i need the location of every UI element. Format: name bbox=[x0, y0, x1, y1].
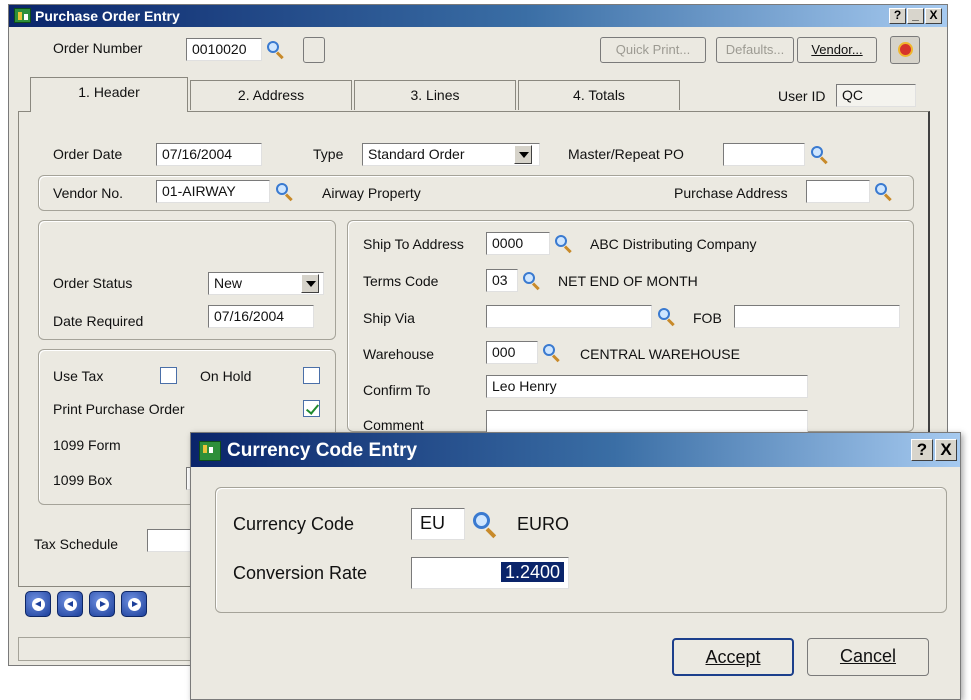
form-1099-label: 1099 Form bbox=[53, 437, 121, 453]
ship-to-name: ABC Distributing Company bbox=[590, 236, 757, 252]
flag-icon bbox=[898, 42, 913, 57]
order-status-label: Order Status bbox=[53, 275, 133, 291]
currency-group bbox=[215, 487, 947, 613]
currency-lookup-icon[interactable] bbox=[471, 511, 499, 539]
quick-print-button[interactable]: Quick Print... bbox=[600, 37, 706, 63]
tab-header[interactable]: 1. Header bbox=[30, 77, 188, 112]
box-1099-label: 1099 Box bbox=[53, 472, 113, 488]
comment-field[interactable] bbox=[486, 410, 808, 433]
purchase-address-label: Purchase Address bbox=[674, 185, 788, 201]
terms-description: NET END OF MONTH bbox=[558, 273, 698, 289]
type-label: Type bbox=[313, 146, 344, 162]
previous-record-icon bbox=[64, 598, 77, 611]
tax-schedule-label: Tax Schedule bbox=[34, 536, 119, 552]
first-record-icon bbox=[32, 598, 45, 611]
use-tax-checkbox[interactable] bbox=[160, 367, 177, 384]
dialog-title-bar[interactable]: Currency Code Entry ? X bbox=[191, 433, 960, 467]
app-icon bbox=[14, 8, 31, 23]
ship-to-address-label: Ship To Address bbox=[363, 236, 464, 252]
purchase-address-field[interactable] bbox=[806, 180, 870, 203]
tab-address[interactable]: 2. Address bbox=[190, 80, 352, 110]
confirm-to-label: Confirm To bbox=[363, 382, 431, 398]
accept-button[interactable]: Accept bbox=[672, 638, 794, 676]
cancel-button[interactable]: Cancel bbox=[807, 638, 929, 676]
order-number-label: Order Number bbox=[53, 40, 143, 56]
master-repeat-po-field[interactable] bbox=[723, 143, 805, 166]
conversion-rate-label: Conversion Rate bbox=[233, 563, 368, 583]
dialog-app-icon bbox=[199, 441, 221, 461]
dialog-help-button[interactable]: ? bbox=[911, 439, 933, 461]
master-repeat-po-label: Master/Repeat PO bbox=[568, 146, 684, 162]
vendor-name: Airway Property bbox=[322, 185, 421, 201]
flag-button[interactable] bbox=[890, 36, 920, 64]
next-record-button[interactable] bbox=[89, 591, 115, 617]
next-record-icon bbox=[96, 598, 109, 611]
use-tax-label: Use Tax bbox=[53, 368, 104, 384]
vendor-button-label: Vendor... bbox=[811, 42, 863, 57]
help-button[interactable]: ? bbox=[889, 8, 906, 24]
type-dropdown-arrow-icon[interactable] bbox=[514, 145, 532, 164]
ship-via-label: Ship Via bbox=[363, 310, 415, 326]
order-date-field[interactable]: 07/16/2004 bbox=[156, 143, 262, 166]
vendor-button[interactable]: Vendor... bbox=[797, 37, 877, 63]
ship-via-lookup-icon[interactable] bbox=[656, 307, 676, 327]
fob-field[interactable] bbox=[734, 305, 900, 328]
currency-code-field[interactable]: EU bbox=[411, 508, 465, 540]
po-title-bar[interactable]: Purchase Order Entry ? _ X bbox=[9, 5, 947, 27]
fob-label: FOB bbox=[693, 310, 722, 326]
on-hold-checkbox[interactable] bbox=[303, 367, 320, 384]
master-repeat-lookup-icon[interactable] bbox=[809, 145, 829, 165]
order-status-dropdown-arrow-icon[interactable] bbox=[301, 274, 319, 293]
po-window-title: Purchase Order Entry bbox=[35, 8, 180, 24]
order-memo-button[interactable] bbox=[303, 37, 325, 63]
currency-code-label: Currency Code bbox=[233, 514, 355, 534]
vendor-lookup-icon[interactable] bbox=[274, 182, 294, 202]
date-required-field[interactable]: 07/16/2004 bbox=[208, 305, 314, 328]
minimize-button[interactable]: _ bbox=[907, 8, 924, 24]
comment-label: Comment bbox=[363, 417, 424, 433]
dialog-close-button[interactable]: X bbox=[935, 439, 957, 461]
on-hold-label: On Hold bbox=[200, 368, 252, 384]
terms-code-lookup-icon[interactable] bbox=[521, 271, 541, 291]
order-number-field[interactable]: 0010020 bbox=[186, 38, 262, 61]
dialog-title: Currency Code Entry bbox=[227, 440, 418, 461]
print-po-label: Print Purchase Order bbox=[53, 401, 185, 417]
first-record-button[interactable] bbox=[25, 591, 51, 617]
order-date-label: Order Date bbox=[53, 146, 123, 162]
terms-code-label: Terms Code bbox=[363, 273, 439, 289]
ship-via-field[interactable] bbox=[486, 305, 652, 328]
cancel-button-label: Cancel bbox=[839, 646, 897, 666]
accept-button-label: Accept bbox=[705, 647, 761, 667]
terms-code-field[interactable]: 03 bbox=[486, 269, 518, 292]
previous-record-button[interactable] bbox=[57, 591, 83, 617]
vendor-no-field[interactable]: 01-AIRWAY bbox=[156, 180, 270, 203]
warehouse-name: CENTRAL WAREHOUSE bbox=[580, 346, 740, 362]
status-bar bbox=[18, 637, 198, 661]
user-id-label: User ID bbox=[778, 88, 826, 104]
currency-description: EURO bbox=[517, 514, 570, 534]
ship-to-lookup-icon[interactable] bbox=[553, 234, 573, 254]
close-button[interactable]: X bbox=[925, 8, 942, 24]
currency-code-dialog: Currency Code Entry ? X Currency Code EU… bbox=[190, 432, 961, 700]
tax-schedule-field[interactable] bbox=[147, 529, 195, 552]
warehouse-lookup-icon[interactable] bbox=[541, 343, 561, 363]
last-record-button[interactable] bbox=[121, 591, 147, 617]
tab-totals[interactable]: 4. Totals bbox=[518, 80, 680, 110]
last-record-icon bbox=[128, 598, 141, 611]
warehouse-code-field[interactable]: 000 bbox=[486, 341, 538, 364]
print-po-checkbox[interactable] bbox=[303, 400, 320, 417]
ship-to-code-field[interactable]: 0000 bbox=[486, 232, 550, 255]
conversion-rate-value: 1.2400 bbox=[500, 562, 564, 582]
order-number-lookup-icon[interactable] bbox=[265, 40, 285, 60]
purchase-address-lookup-icon[interactable] bbox=[873, 182, 893, 202]
warehouse-label: Warehouse bbox=[363, 346, 435, 362]
defaults-button[interactable]: Defaults... bbox=[716, 37, 794, 63]
tab-lines[interactable]: 3. Lines bbox=[354, 80, 516, 110]
confirm-to-field[interactable]: Leo Henry bbox=[486, 375, 808, 398]
conversion-rate-field[interactable]: 1.2400 bbox=[411, 557, 569, 589]
vendor-no-label: Vendor No. bbox=[53, 185, 124, 201]
date-required-label: Date Required bbox=[53, 313, 144, 329]
user-id-field: QC bbox=[836, 84, 916, 107]
